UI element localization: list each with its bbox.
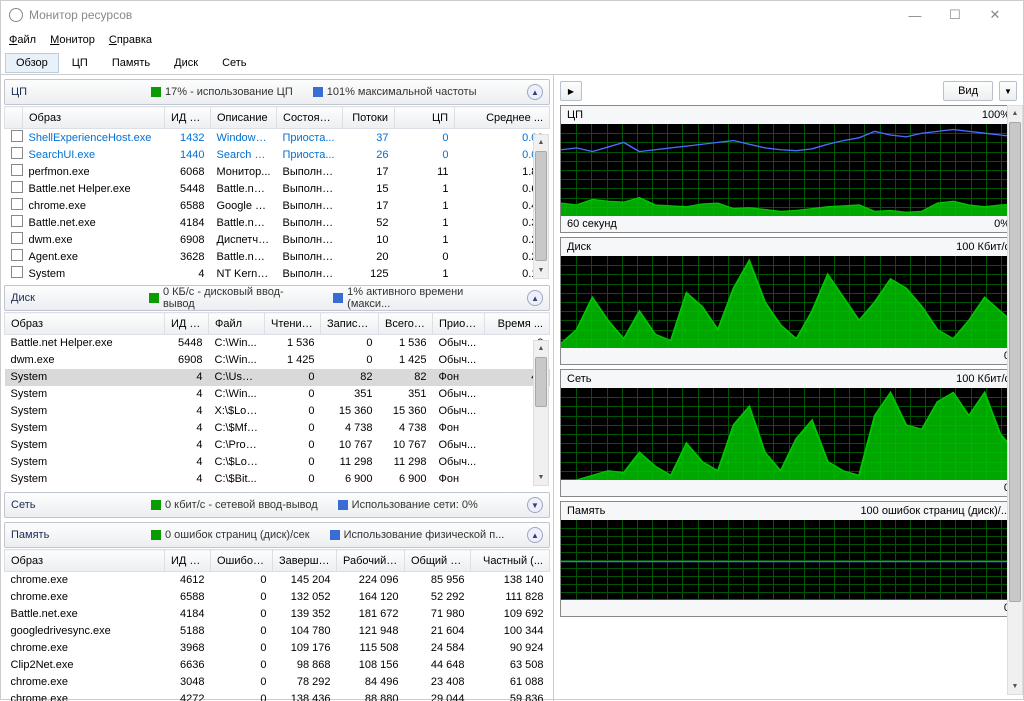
chevron-up-icon[interactable]: ▲ xyxy=(527,290,543,306)
section-disk-title: Диск xyxy=(11,292,149,304)
table-row[interactable]: chrome.exe39680109 176115 50824 58490 92… xyxy=(5,640,550,657)
table-row[interactable]: Agent.exe3628Battle.net...Выполня...2000… xyxy=(5,248,550,265)
table-row[interactable]: googledrivesync.exe51880104 780121 94821… xyxy=(5,623,550,640)
table-row[interactable]: Battle.net.exe41840139 352181 67271 9801… xyxy=(5,606,550,623)
checkbox[interactable] xyxy=(11,198,23,210)
table-row[interactable]: dwm.exe6908Диспетче...Выполня...1010.25 xyxy=(5,231,550,248)
checkbox[interactable] xyxy=(11,181,23,193)
chart-disk: Диск100 Кбит/с 0 xyxy=(560,237,1017,365)
table-row[interactable]: System4C:\User...08282Фон48 xyxy=(5,369,550,386)
table-row[interactable]: chrome.exe3048078 29284 49623 40861 088 xyxy=(5,674,550,691)
view-button[interactable]: Вид xyxy=(943,81,993,101)
chevron-up-icon[interactable]: ▲ xyxy=(527,84,543,100)
left-pane: ЦП 17% - использование ЦП 101% максималь… xyxy=(1,75,554,701)
checkbox[interactable] xyxy=(11,147,23,159)
checkbox[interactable] xyxy=(11,215,23,227)
minimize-button[interactable]: — xyxy=(895,1,935,29)
tab-memory[interactable]: Память xyxy=(101,53,161,73)
cpu-scrollbar[interactable]: ▲▼ xyxy=(533,134,549,279)
table-row[interactable]: System4C:\$Bit...06 9006 900Фон2 xyxy=(5,471,550,488)
maximize-button[interactable]: ☐ xyxy=(935,1,975,29)
mem-table: Образ ИД п... Ошибок ... Заверше... Рабо… xyxy=(4,549,550,701)
menubar: Файл Монитор Справка xyxy=(1,29,1023,51)
section-net-header[interactable]: Сеть 0 кбит/с - сетевой ввод-вывод Испол… xyxy=(4,492,550,518)
table-row[interactable]: SearchUI.exe1440Search an...Приоста...26… xyxy=(5,146,550,163)
table-row[interactable]: Battle.net Helper.exe5448Battle.net...Вы… xyxy=(5,180,550,197)
section-cpu-header[interactable]: ЦП 17% - использование ЦП 101% максималь… xyxy=(4,79,550,105)
table-row[interactable]: ShellExperienceHost.exe1432Windows ...Пр… xyxy=(5,129,550,147)
charts-scrollbar[interactable]: ▲▼ xyxy=(1007,105,1023,695)
close-button[interactable]: ✕ xyxy=(975,1,1015,29)
col-cpu[interactable]: ЦП xyxy=(395,107,455,129)
checkbox[interactable] xyxy=(11,232,23,244)
table-row[interactable]: dwm.exe6908C:\Win...1 42501 425Обыч...4 xyxy=(5,352,550,369)
table-row[interactable]: chrome.exe65880132 052164 12052 292111 8… xyxy=(5,589,550,606)
chevron-down-icon[interactable]: ▼ xyxy=(527,497,543,513)
section-cpu-title: ЦП xyxy=(11,86,151,98)
table-row[interactable]: chrome.exe42720138 43688 88029 04459 836 xyxy=(5,691,550,701)
checkbox[interactable] xyxy=(11,164,23,176)
checkbox[interactable] xyxy=(11,249,23,261)
table-row[interactable]: Battle.net Helper.exe5448C:\Win...1 5360… xyxy=(5,335,550,352)
tab-bar: Обзор ЦП Память Диск Сеть xyxy=(1,51,1023,75)
menu-monitor[interactable]: Монитор xyxy=(50,34,95,46)
tab-overview[interactable]: Обзор xyxy=(5,53,59,73)
table-row[interactable]: System4NT Kernel ...Выполня...12510.17 xyxy=(5,265,550,281)
titlebar: Монитор ресурсов — ☐ ✕ xyxy=(1,1,1023,29)
col-desc[interactable]: Описание xyxy=(211,107,277,129)
disk-scrollbar[interactable]: ▲▼ xyxy=(533,340,549,486)
window-title: Монитор ресурсов xyxy=(29,8,132,22)
col-state[interactable]: Состояние xyxy=(277,107,343,129)
chart-nav-button[interactable]: ▶ xyxy=(560,81,582,101)
disk-table: Образ ИД п... Файл Чтение... Запись... В… xyxy=(4,312,550,488)
tab-disk[interactable]: Диск xyxy=(163,53,209,73)
right-pane: ▶ Вид ▼ ЦП100% 60 секунд0% Диск100 Кбит/… xyxy=(554,75,1023,701)
cpu-table: Образ ИД п... Описание Состояние Потоки … xyxy=(4,106,550,281)
menu-file[interactable]: Файл xyxy=(9,34,36,46)
chart-net: Сеть100 Кбит/с 0 xyxy=(560,369,1017,497)
menu-help[interactable]: Справка xyxy=(109,34,152,46)
table-row[interactable]: Battle.net.exe4184Battle.net...Выполня..… xyxy=(5,214,550,231)
app-icon xyxy=(9,8,23,22)
tab-cpu[interactable]: ЦП xyxy=(61,53,99,73)
col-avg[interactable]: Среднее ... xyxy=(455,107,550,129)
chevron-up-icon[interactable]: ▲ xyxy=(527,527,543,543)
table-row[interactable]: System4C:\$Mft...04 7384 738Фон4 xyxy=(5,420,550,437)
table-row[interactable]: System4C:\Win...0351351Обыч...4 xyxy=(5,386,550,403)
col-threads[interactable]: Потоки xyxy=(343,107,395,129)
table-row[interactable]: System4C:\$Log...011 29811 298Обыч...2 xyxy=(5,454,550,471)
checkbox[interactable] xyxy=(11,266,23,278)
view-dropdown[interactable]: ▼ xyxy=(999,81,1017,101)
chart-cpu: ЦП100% 60 секунд0% xyxy=(560,105,1017,233)
tab-network[interactable]: Сеть xyxy=(211,53,257,73)
chart-mem: Память100 ошибок страниц (диск)/... 0 xyxy=(560,501,1017,617)
table-row[interactable]: System4X:\$Log...015 36015 360Обыч...4 xyxy=(5,403,550,420)
table-row[interactable]: perfmon.exe6068Монитор...Выполня...17111… xyxy=(5,163,550,180)
section-disk-header[interactable]: Диск 0 КБ/с - дисковый ввод-вывод 1% акт… xyxy=(4,285,550,311)
col-pid[interactable]: ИД п... xyxy=(165,107,211,129)
checkbox[interactable] xyxy=(11,130,23,142)
table-row[interactable]: chrome.exe46120145 204224 09685 956138 1… xyxy=(5,572,550,589)
section-mem-header[interactable]: Память 0 ошибок страниц (диск)/сек Испол… xyxy=(4,522,550,548)
table-row[interactable]: chrome.exe6588Google C...Выполня...1710.… xyxy=(5,197,550,214)
table-row[interactable]: System4C:\Prog...010 76710 767Обыч...3 xyxy=(5,437,550,454)
table-row[interactable]: Clip2Net.exe6636098 868108 15644 64863 5… xyxy=(5,657,550,674)
col-image[interactable]: Образ xyxy=(23,107,165,129)
